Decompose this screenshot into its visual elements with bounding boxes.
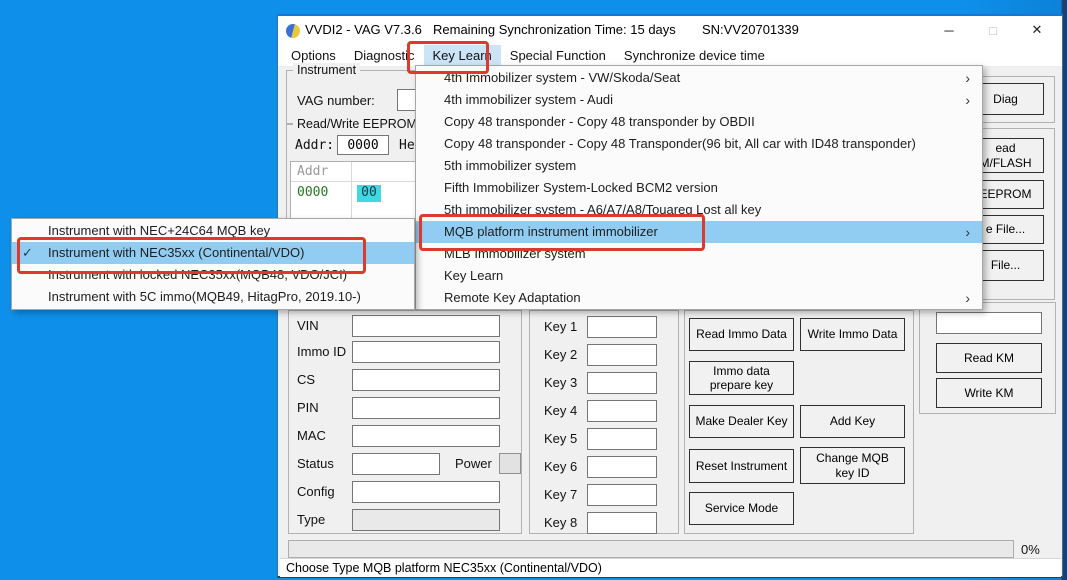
progress-bar xyxy=(288,540,1014,558)
annotation-box-mqb-platform xyxy=(419,214,705,251)
make-dealer-key-button[interactable]: Make Dealer Key xyxy=(689,405,794,438)
status-label: Status xyxy=(297,456,334,471)
vag-number-label: VAG number: xyxy=(297,93,375,108)
power-indicator-box xyxy=(499,453,521,474)
keys-group: Key 1 Key 2 Key 3 Key 4 Key 5 Key 6 Key … xyxy=(529,310,679,534)
key5-label: Key 5 xyxy=(544,431,577,446)
key1-label: Key 1 xyxy=(544,319,577,334)
menu-item-remote-key-adaptation[interactable]: Remote Key Adaptation › xyxy=(416,287,982,309)
mac-label: MAC xyxy=(297,428,326,443)
add-key-button[interactable]: Add Key xyxy=(800,405,905,438)
eeprom-group-label: Read/Write EEPROM xyxy=(293,117,421,131)
cs-input[interactable] xyxy=(352,369,500,391)
config-input[interactable] xyxy=(352,481,500,503)
key3-label: Key 3 xyxy=(544,375,577,390)
km-group: Read KM Write KM xyxy=(919,302,1056,414)
km-input[interactable] xyxy=(936,312,1042,334)
pin-label: PIN xyxy=(297,400,319,415)
key5-input[interactable] xyxy=(587,428,657,450)
sync-time-text: Remaining Synchronization Time: 15 days xyxy=(433,22,676,37)
submenu-arrow-icon: › xyxy=(965,287,970,309)
key-learn-menu: 4th Immobilizer system - VW/Skoda/Seat ›… xyxy=(415,65,983,310)
menu-item-5th-locked-bcm2[interactable]: Fifth Immobilizer System-Locked BCM2 ver… xyxy=(416,177,982,199)
cs-label: CS xyxy=(297,372,315,387)
close-icon[interactable]: ✕ xyxy=(1015,16,1059,44)
immo-fields-group: VIN Immo ID CS PIN MAC Status Power Conf… xyxy=(288,310,522,534)
reset-instrument-button[interactable]: Reset Instrument xyxy=(689,449,794,483)
eeprom-row-address: 0000 xyxy=(297,185,328,200)
key7-input[interactable] xyxy=(587,484,657,506)
maximize-icon[interactable]: □ xyxy=(971,16,1015,44)
key7-label: Key 7 xyxy=(544,487,577,502)
read-km-button[interactable]: Read KM xyxy=(936,343,1042,373)
key4-input[interactable] xyxy=(587,400,657,422)
type-label: Type xyxy=(297,512,325,527)
immo-id-label: Immo ID xyxy=(297,344,346,359)
power-label: Power xyxy=(455,456,492,471)
change-mqb-key-id-button[interactable]: Change MQB key ID xyxy=(800,447,905,484)
eeprom-col-header: Addr xyxy=(297,164,328,179)
eeprom-addr-input[interactable] xyxy=(337,135,389,155)
app-icon xyxy=(286,24,300,38)
menu-item-4th-immobilizer-vw[interactable]: 4th Immobilizer system - VW/Skoda/Seat › xyxy=(416,67,982,89)
annotation-box-nec35xx xyxy=(17,237,366,274)
menubar-item-special-function[interactable]: Special Function xyxy=(501,45,615,66)
minimize-icon[interactable]: ─ xyxy=(927,16,971,44)
menu-item-copy48-96bit[interactable]: Copy 48 transponder - Copy 48 Transponde… xyxy=(416,133,982,155)
key8-input[interactable] xyxy=(587,512,657,534)
status-message: Choose Type MQB platform NEC35xx (Contin… xyxy=(286,561,602,575)
window-title: VVDI2 - VAG V7.3.6 xyxy=(305,22,422,37)
mac-input[interactable] xyxy=(352,425,500,447)
write-km-button[interactable]: Write KM xyxy=(936,378,1042,408)
instrument-group-label: Instrument xyxy=(293,63,360,77)
menu-bar: Options Diagnostic Key Learn Special Fun… xyxy=(278,45,1062,67)
submenu-arrow-icon: › xyxy=(965,67,970,89)
eeprom-addr-label: Addr: xyxy=(295,138,334,153)
key8-label: Key 8 xyxy=(544,515,577,530)
key4-label: Key 4 xyxy=(544,403,577,418)
key6-input[interactable] xyxy=(587,456,657,478)
write-immo-data-button[interactable]: Write Immo Data xyxy=(800,318,905,351)
status-input[interactable] xyxy=(352,453,440,475)
title-bar: VVDI2 - VAG V7.3.6 Remaining Synchroniza… xyxy=(278,16,1062,45)
type-input[interactable] xyxy=(352,509,500,531)
immo-id-input[interactable] xyxy=(352,341,500,363)
desktop: { "app": { "title": "VVDI2 - VAG V7.3.6"… xyxy=(0,0,1067,580)
submenu-item-5c-immo[interactable]: Instrument with 5C immo(MQB49, HitagPro,… xyxy=(12,286,414,308)
menu-item-4th-immobilizer-audi[interactable]: 4th immobilizer system - Audi › xyxy=(416,89,982,111)
menu-item-copy48-obdii[interactable]: Copy 48 transponder - Copy 48 transponde… xyxy=(416,111,982,133)
config-label: Config xyxy=(297,484,335,499)
progress-percent: 0% xyxy=(1021,542,1040,557)
vin-input[interactable] xyxy=(352,315,500,337)
annotation-box-key-learn xyxy=(407,41,489,74)
key6-label: Key 6 xyxy=(544,459,577,474)
service-mode-button[interactable]: Service Mode xyxy=(689,492,794,525)
read-immo-data-button[interactable]: Read Immo Data xyxy=(689,318,794,351)
eeprom-selected-cell[interactable]: 00 xyxy=(357,185,381,202)
pin-input[interactable] xyxy=(352,397,500,419)
key2-label: Key 2 xyxy=(544,347,577,362)
serial-number-text: SN:VV20701339 xyxy=(702,22,799,37)
immo-data-prepare-key-button[interactable]: Immo data prepare key xyxy=(689,361,794,395)
key2-input[interactable] xyxy=(587,344,657,366)
menubar-item-synchronize[interactable]: Synchronize device time xyxy=(615,45,774,66)
key1-input[interactable] xyxy=(587,316,657,338)
actions-group: Read Immo Data Write Immo Data Immo data… xyxy=(684,310,914,534)
vin-label: VIN xyxy=(297,318,319,333)
submenu-arrow-icon: › xyxy=(965,221,970,243)
submenu-arrow-icon: › xyxy=(965,89,970,111)
menu-item-key-learn[interactable]: Key Learn xyxy=(416,265,982,287)
key3-input[interactable] xyxy=(587,372,657,394)
status-bar: Choose Type MQB platform NEC35xx (Contin… xyxy=(280,558,1061,577)
menu-item-5th-immobilizer[interactable]: 5th immobilizer system xyxy=(416,155,982,177)
